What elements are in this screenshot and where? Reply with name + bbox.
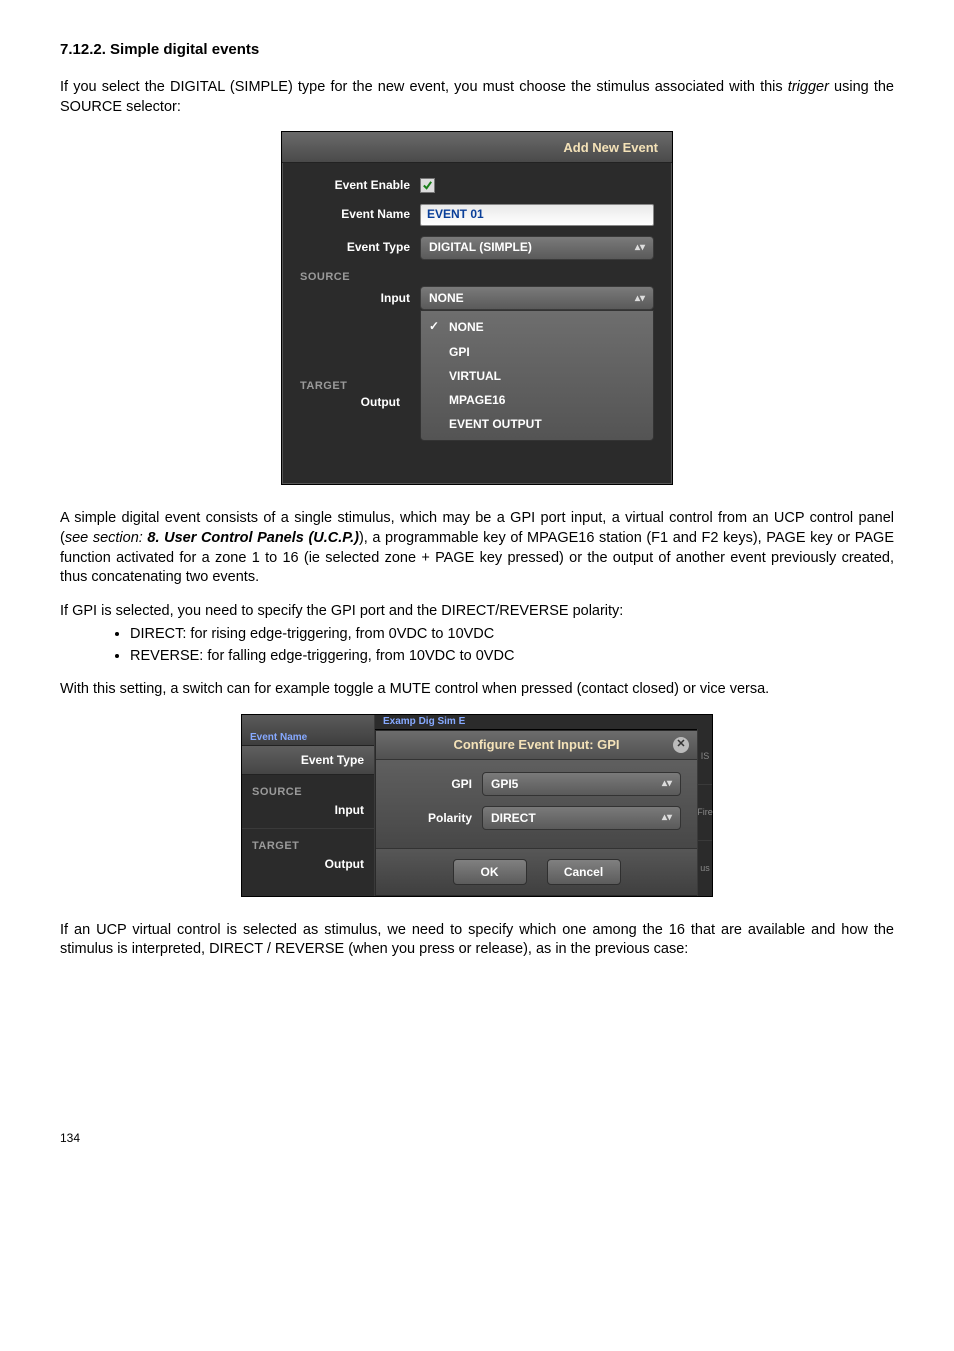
chevron-updown-icon: ▴▾ <box>662 777 672 791</box>
add-new-event-panel: Add New Event Event Enable Event Name EV… <box>281 131 673 485</box>
source-header-left: SOURCE <box>252 785 364 800</box>
polarity-intro: If GPI is selected, you need to specify … <box>60 602 894 622</box>
input-label: Input <box>300 290 420 306</box>
chevron-updown-icon: ▴▾ <box>635 241 645 255</box>
check-icon <box>422 180 433 191</box>
edge-cell: us <box>698 841 712 896</box>
dropdown-option-none[interactable]: NONE <box>421 315 653 339</box>
switch-paragraph: With this setting, a switch can for exam… <box>60 680 894 700</box>
edge-cell: IS <box>698 729 712 785</box>
gpi-select[interactable]: GPI5 ▴▾ <box>482 772 681 796</box>
cancel-button[interactable]: Cancel <box>547 859 621 885</box>
edge-column: IS Fire us <box>697 729 712 896</box>
dropdown-option-gpi[interactable]: GPI <box>421 340 653 364</box>
event-enable-checkbox[interactable] <box>420 178 435 193</box>
close-icon[interactable]: ✕ <box>673 737 689 753</box>
input-value: NONE <box>429 290 464 306</box>
chevron-updown-icon: ▴▾ <box>635 292 645 306</box>
polarity-value: DIRECT <box>491 810 536 826</box>
event-name-input[interactable]: EVENT 01 <box>420 204 654 226</box>
list-item: REVERSE: for falling edge-triggering, fr… <box>130 647 894 667</box>
event-type-select[interactable]: DIGITAL (SIMPLE) ▴▾ <box>420 236 654 260</box>
event-type-label-left: Event Type <box>242 746 374 775</box>
ok-button[interactable]: OK <box>453 859 527 885</box>
panel-title: Add New Event <box>282 132 672 163</box>
trigger-word: trigger <box>788 79 829 95</box>
source-header: SOURCE <box>300 270 654 287</box>
gpi-value: GPI5 <box>491 776 518 792</box>
polarity-select[interactable]: DIRECT ▴▾ <box>482 806 681 830</box>
event-enable-label: Event Enable <box>300 177 420 193</box>
description-paragraph: A simple digital event consists of a sin… <box>60 509 894 587</box>
output-label-left: Output <box>252 856 364 872</box>
configure-dialog: Configure Event Input: GPI ✕ GPI GPI5 ▴▾… <box>375 730 698 896</box>
dropdown-option-mpage16[interactable]: MPAGE16 <box>421 388 653 412</box>
output-label: Output <box>300 394 410 410</box>
section-heading: 7.12.2. Simple digital events <box>60 40 894 60</box>
event-type-value: DIGITAL (SIMPLE) <box>429 239 532 255</box>
polarity-list: DIRECT: for rising edge-triggering, from… <box>60 625 894 666</box>
ucp-reference: 8. User Control Panels (U.C.P.) <box>147 530 359 546</box>
input-dropdown-list: NONE GPI VIRTUAL MPAGE16 EVENT OUTPUT <box>420 310 654 441</box>
target-header: TARGET <box>300 379 410 394</box>
input-label-left: Input <box>252 802 364 818</box>
configure-gpi-panel: Event Name Event Type SOURCE Input TARGE… <box>241 714 713 897</box>
chevron-updown-icon: ▴▾ <box>662 811 672 825</box>
dropdown-option-event-output[interactable]: EVENT OUTPUT <box>421 412 653 436</box>
input-select[interactable]: NONE ▴▾ <box>420 286 654 310</box>
edge-cell: Fire <box>698 785 712 841</box>
intro-paragraph: If you select the DIGITAL (SIMPLE) type … <box>60 78 894 117</box>
polarity-label: Polarity <box>392 810 482 826</box>
left-column: Event Name Event Type SOURCE Input TARGE… <box>242 715 375 896</box>
see-section: see section: <box>65 530 148 546</box>
target-header-left: TARGET <box>252 839 364 854</box>
list-item: DIRECT: for rising edge-triggering, from… <box>130 625 894 645</box>
event-name-crumb: Event Name <box>250 731 307 745</box>
text: If you select the DIGITAL (SIMPLE) type … <box>60 79 788 95</box>
event-name-label: Event Name <box>300 206 420 222</box>
dropdown-option-virtual[interactable]: VIRTUAL <box>421 364 653 388</box>
page-number: 134 <box>60 1130 894 1146</box>
dialog-title: Configure Event Input: GPI <box>453 736 619 754</box>
ucp-paragraph: If an UCP virtual control is selected as… <box>60 921 894 960</box>
gpi-label: GPI <box>392 776 482 792</box>
breadcrumb-right: Examp Dig Sim E <box>375 715 712 730</box>
event-type-label: Event Type <box>300 239 420 255</box>
